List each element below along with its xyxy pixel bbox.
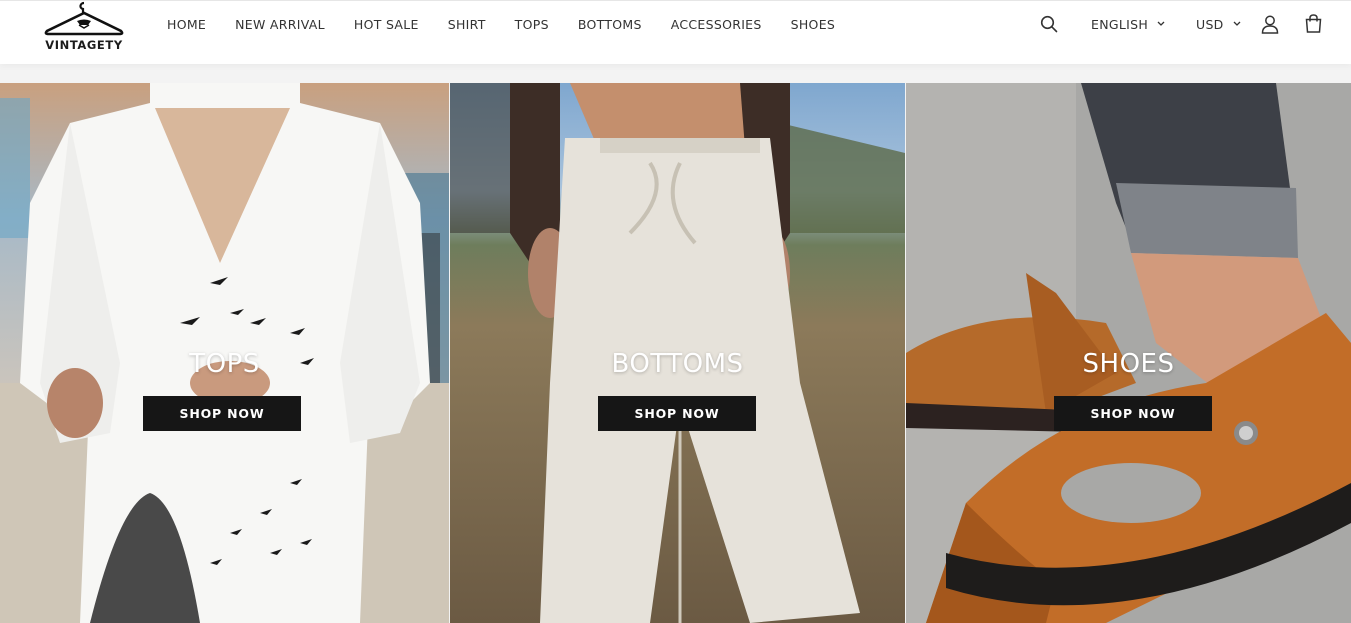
nav-item-new-arrival[interactable]: NEW ARRIVAL xyxy=(235,17,325,33)
language-selector[interactable]: ENGLISH xyxy=(1091,17,1165,32)
chevron-down-icon xyxy=(1157,21,1165,26)
category-panel-bottoms[interactable]: BOTTOMS SHOP NOW xyxy=(450,83,905,623)
nav-item-shoes[interactable]: SHOES xyxy=(791,17,836,33)
panel-title-tops: TOPS xyxy=(189,349,260,379)
currency-label: USD xyxy=(1196,17,1224,32)
brand-name: VINTAGETY xyxy=(45,38,123,52)
nav-item-home[interactable]: HOME xyxy=(167,17,206,33)
main-nav: HOME NEW ARRIVAL HOT SALE SHIRT TOPS BOT… xyxy=(167,17,864,33)
language-label: ENGLISH xyxy=(1091,17,1149,32)
brand-logo[interactable]: VINTAGETY xyxy=(36,1,132,53)
nav-item-bottoms[interactable]: BOTTOMS xyxy=(578,17,642,33)
nav-item-tops[interactable]: TOPS xyxy=(515,17,549,33)
category-panel-tops[interactable]: TOPS SHOP NOW xyxy=(0,83,449,623)
site-header: VINTAGETY HOME NEW ARRIVAL HOT SALE SHIR… xyxy=(0,0,1351,64)
nav-item-hot-sale[interactable]: HOT SALE xyxy=(354,17,419,33)
nav-item-accessories[interactable]: ACCESSORIES xyxy=(671,17,762,33)
account-icon[interactable] xyxy=(1261,15,1279,34)
cart-icon[interactable] xyxy=(1305,14,1322,33)
chevron-down-icon xyxy=(1233,21,1241,26)
hanger-logo-icon xyxy=(44,1,124,36)
panel-title-bottoms: BOTTOMS xyxy=(611,349,744,379)
nav-item-shirt[interactable]: SHIRT xyxy=(448,17,486,33)
shop-now-button-bottoms[interactable]: SHOP NOW xyxy=(598,396,756,431)
panel-title-shoes: SHOES xyxy=(1082,349,1175,379)
currency-selector[interactable]: USD xyxy=(1196,17,1241,32)
search-icon[interactable] xyxy=(1040,15,1058,33)
category-panels: TOPS SHOP NOW BOTTOMS SHOP NOW SHOES SHO… xyxy=(0,83,1351,623)
shop-now-button-tops[interactable]: SHOP NOW xyxy=(143,396,301,431)
category-panel-shoes[interactable]: SHOES SHOP NOW xyxy=(906,83,1351,623)
shop-now-button-shoes[interactable]: SHOP NOW xyxy=(1054,396,1212,431)
